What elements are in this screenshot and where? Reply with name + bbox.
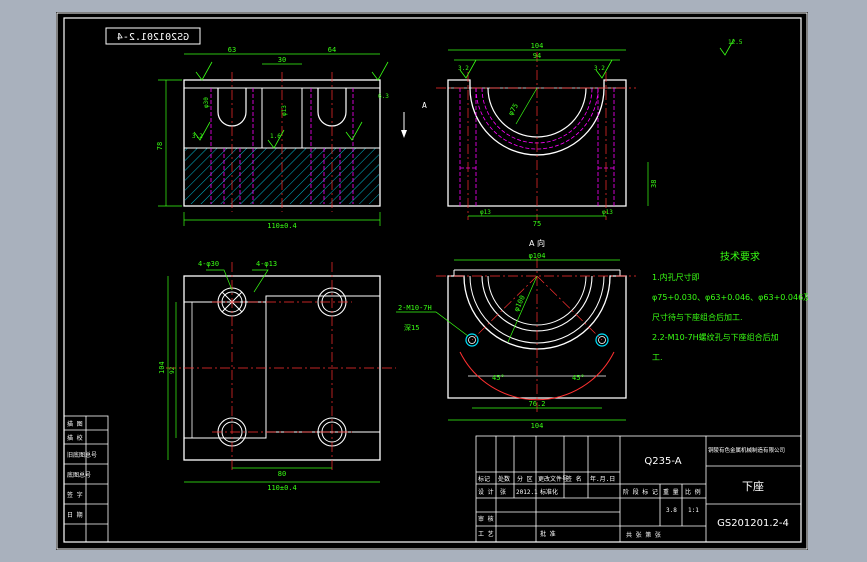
dim-front-mid: 30	[278, 56, 286, 64]
dim-aview-center: 76.2	[529, 400, 546, 408]
tb-sheet: 共 张 第 张	[626, 531, 661, 539]
tb-standardize: 标准化	[540, 488, 558, 496]
dim-plan-center: 80	[278, 470, 286, 478]
dim-aview-angle-left: 45°	[492, 374, 505, 382]
dim-front-total: 63	[228, 46, 236, 54]
svg-text:φ30: φ30	[203, 97, 210, 108]
tb-review: 审 核	[478, 515, 494, 523]
tb-change-doc: 更改文件号	[538, 475, 568, 483]
dim-side-top: 104	[531, 42, 544, 50]
dim-plan-height: 104	[158, 361, 166, 374]
tb-scale: 1:1	[688, 507, 699, 514]
tb-signature: 签 名	[566, 475, 582, 483]
svg-text:φ13: φ13	[480, 209, 491, 216]
dim-plan-holes-right: 4-φ13	[256, 260, 277, 268]
side-label-4: 底图总号	[67, 471, 91, 479]
general-roughness: 12.5	[719, 38, 743, 56]
engineering-drawing: GS201201.2-4 63 64 30 110±0.4 78 3.2 1.6…	[56, 12, 808, 550]
tech-title: 技术要求	[720, 250, 760, 263]
dim-aview-thread: 2-M10-7H	[398, 304, 432, 312]
tech-requirements: 技术要求 1.内孔尺寸即 φ75+0.030、φ63+0.046、φ63+0.0…	[652, 250, 808, 362]
tb-material: Q235-A	[644, 456, 681, 467]
svg-text:3.2: 3.2	[458, 65, 469, 72]
front-view: 63 64 30 110±0.4 78 3.2 1.6 6.3 φ30 φ13	[156, 46, 389, 230]
tb-part-name: 下座	[742, 479, 764, 493]
svg-text:92: 92	[169, 366, 176, 374]
tech-line-2: φ75+0.030、φ63+0.046、φ63+0.046及R51	[652, 293, 808, 302]
dim-front-right: 64	[328, 46, 336, 54]
side-view: 104 94 φ75 75 38 3.2 3.2 φ13 φ13	[436, 42, 658, 228]
a-view-label: A 向	[529, 238, 545, 248]
side-label-6: 日 期	[67, 511, 83, 519]
dim-front-width: 110±0.4	[267, 222, 297, 230]
plan-holes	[217, 287, 347, 447]
tb-design-date: 2012.1	[516, 489, 538, 496]
side-label-3: 旧底图总号	[67, 451, 97, 459]
tb-design-label: 设 计	[478, 488, 494, 496]
tb-stage: 阶 段 标 记	[623, 488, 658, 496]
tb-date-head: 年.月.日	[590, 475, 615, 483]
tech-line-5: 工.	[652, 353, 663, 362]
dim-aview-top: φ104	[529, 252, 546, 260]
side-label-5: 签 字	[67, 491, 83, 499]
dim-side-height: 38	[650, 180, 658, 188]
tb-weight-label: 重 量	[663, 488, 679, 496]
tech-line-4: 2.2-M10-7H螺纹孔与下座组合后加	[652, 332, 779, 342]
side-label-1: 描 图	[67, 420, 83, 428]
drawing-sheet: GS201201.2-4 63 64 30 110±0.4 78 3.2 1.6…	[56, 12, 808, 550]
tb-weight: 3.8	[666, 507, 677, 514]
svg-text:φ13: φ13	[281, 105, 288, 116]
tb-company: 铜陵有色金属机械制造有限公司	[708, 446, 785, 454]
dim-front-height: 78	[156, 142, 164, 150]
roughness-a-front: 3.2	[192, 133, 203, 140]
tb-scale-label: 比 例	[685, 488, 701, 496]
dim-side-bottom: 75	[533, 220, 541, 228]
tb-process: 工 艺	[478, 530, 494, 538]
tech-line-1: 1.内孔尺寸即	[652, 272, 700, 282]
cad-viewport[interactable]: GS201201.2-4 63 64 30 110±0.4 78 3.2 1.6…	[0, 0, 867, 562]
dim-side-inner: 94	[533, 52, 541, 60]
mirrored-code-box: GS201201.2-4	[105, 27, 201, 45]
dim-aview-depth: 深15	[404, 323, 419, 332]
tb-zone: 分 区	[517, 475, 533, 483]
tech-line-3: 尺寸待与下座组合后加工.	[652, 312, 743, 322]
tb-drawing-number: GS201201.2-4	[717, 518, 789, 529]
dim-aview-angle-right: 45°	[572, 374, 585, 382]
svg-text:A: A	[422, 101, 427, 110]
svg-text:3.2: 3.2	[594, 65, 605, 72]
dim-aview-width: 104	[531, 422, 544, 430]
tb-approve: 批 准	[540, 530, 556, 538]
view-arrow-a: A	[401, 101, 427, 138]
tb-mark: 标记	[478, 475, 490, 483]
tb-count: 处数	[498, 475, 510, 483]
mirrored-code: GS201201.2-4	[117, 32, 189, 43]
svg-text:φ13: φ13	[602, 209, 613, 216]
a-view: A 向 φ104 φ100 2-M10-7H 深15 45° 45° 76.2 …	[396, 238, 636, 430]
dim-plan-holes-left: 4-φ30	[198, 260, 219, 268]
plan-view: 4-φ30 4-φ13 80 110±0.4 104 92	[158, 260, 396, 492]
roughness-c-front: 6.3	[378, 93, 389, 100]
svg-text:12.5: 12.5	[728, 39, 743, 46]
side-label-2: 描 校	[67, 434, 83, 442]
dim-side-bore: φ75	[507, 102, 520, 117]
tb-designer: 张	[500, 488, 506, 496]
roughness-b-front: 1.6	[270, 133, 281, 140]
dim-plan-width: 110±0.4	[267, 484, 297, 492]
